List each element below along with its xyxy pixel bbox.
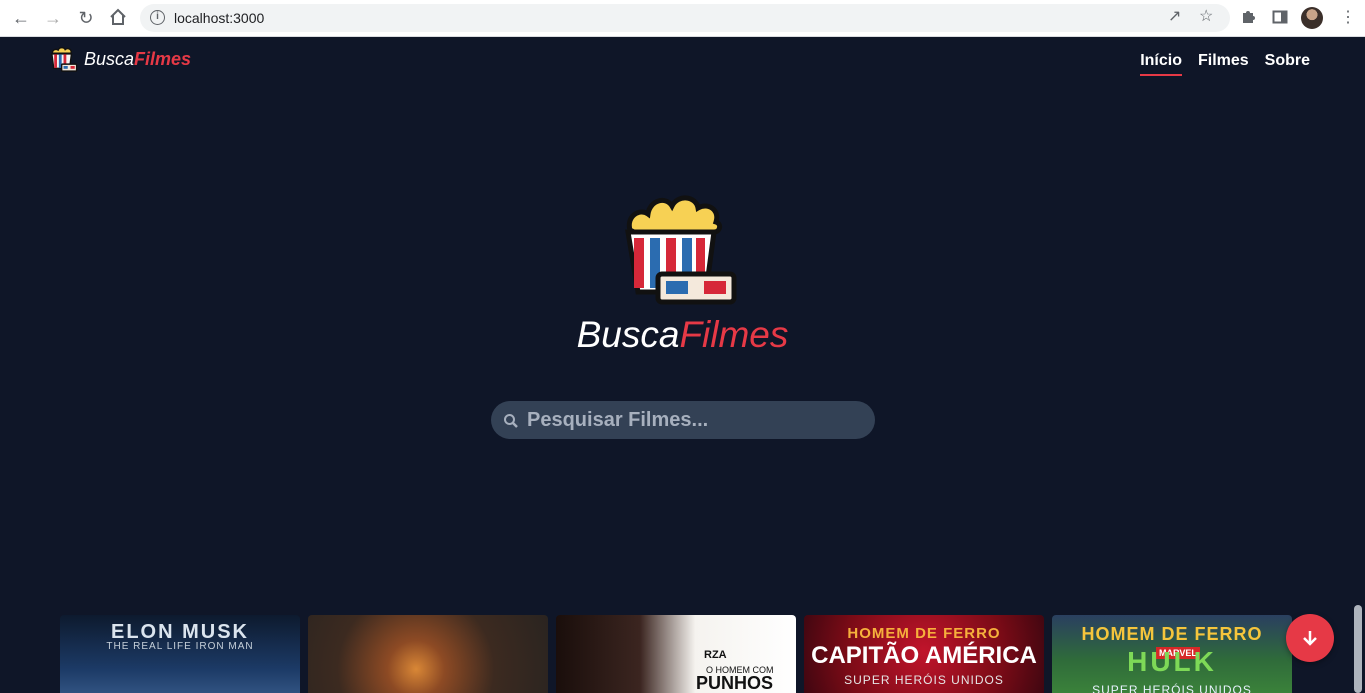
popcorn-glasses-icon (625, 195, 737, 305)
site-info-icon[interactable]: i (150, 10, 165, 25)
popcorn-logo-icon (51, 46, 78, 72)
arrow-down-icon (1303, 631, 1317, 646)
url-text: localhost:3000 (174, 10, 265, 26)
movie-poster[interactable] (308, 615, 548, 693)
hero-title: BuscaFilmes (576, 314, 789, 355)
puzzle-icon[interactable] (1240, 9, 1256, 30)
back-icon[interactable]: ← (11, 8, 31, 28)
site-logo[interactable]: BuscaFilmes (50, 45, 191, 73)
movie-poster[interactable]: HOMEM DE FERRO MARVEL HULK SUPER HERÓIS … (1052, 615, 1292, 693)
share-icon[interactable]: ↗ (1168, 8, 1181, 26)
search-bar (491, 401, 875, 439)
search-icon (504, 414, 518, 428)
address-bar[interactable]: i localhost:3000 ↗ ☆ (140, 4, 1230, 32)
nav-link-inicio[interactable]: Início (1140, 52, 1182, 76)
nav-link-sobre[interactable]: Sobre (1265, 52, 1310, 76)
search-input[interactable] (527, 401, 857, 439)
browser-toolbar: ← → ↻ i localhost:3000 ↗ ☆ ⋮ (0, 0, 1365, 37)
scrollbar-thumb[interactable] (1354, 605, 1362, 693)
reload-icon[interactable]: ↻ (76, 8, 96, 28)
nav-link-filmes[interactable]: Filmes (1198, 52, 1249, 76)
side-panel-icon[interactable] (1272, 9, 1288, 30)
forward-icon[interactable]: → (43, 8, 63, 28)
brand-name: BuscaFilmes (84, 48, 192, 69)
movie-carousel: ELON MUSK THE REAL LIFE IRON MAN RZA O H… (60, 615, 1292, 693)
movie-poster[interactable]: RZA O HOMEM COM PUNHOS (556, 615, 796, 693)
home-icon[interactable] (108, 8, 128, 28)
profile-avatar[interactable] (1301, 7, 1323, 29)
star-icon[interactable]: ☆ (1199, 8, 1213, 26)
more-vertical-icon[interactable]: ⋮ (1340, 9, 1356, 27)
movie-poster[interactable]: ELON MUSK THE REAL LIFE IRON MAN (60, 615, 300, 693)
movie-poster[interactable]: HOMEM DE FERRO CAPITÃO AMÉRICA SUPER HER… (804, 615, 1044, 693)
main-nav: Início Filmes Sobre (1140, 52, 1310, 76)
scroll-down-button[interactable] (1286, 614, 1334, 662)
hero-logo (622, 192, 740, 311)
